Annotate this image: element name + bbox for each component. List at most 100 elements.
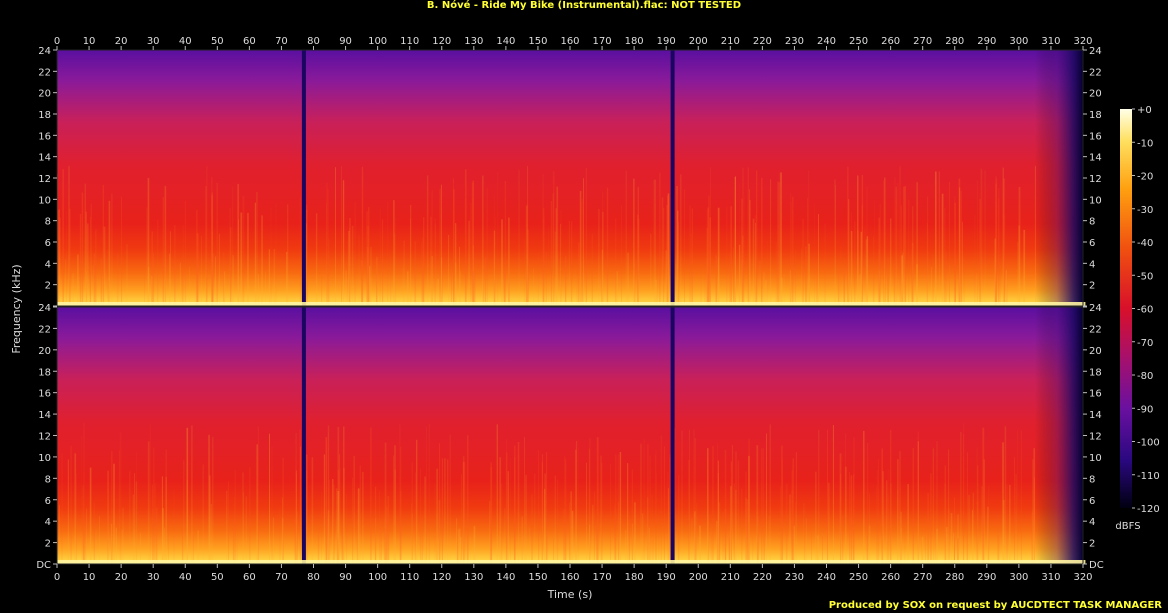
x-tick-label: 320	[1073, 572, 1092, 583]
x-tick-label: 170	[593, 36, 612, 47]
x-tick-label: 60	[243, 36, 256, 47]
spectrogram-channel-1	[57, 50, 1083, 306]
x-tick-label: 100	[368, 36, 387, 47]
y-tick-label: 4	[45, 517, 51, 528]
x-tick-label: 80	[307, 36, 320, 47]
dropout-mark	[301, 50, 306, 306]
x-tick-label: 70	[275, 572, 288, 583]
y-tick-label: 10	[1089, 453, 1102, 464]
y-tick-label: 6	[45, 238, 51, 249]
y-tick-label: 20	[38, 89, 51, 100]
y-tick-label: 2	[45, 281, 51, 292]
dropout-mark	[670, 50, 675, 306]
x-tick-label: 220	[753, 36, 772, 47]
x-tick-label: 140	[496, 36, 515, 47]
x-tick-label: 250	[849, 36, 868, 47]
x-tick-label: 220	[753, 572, 772, 583]
x-tick-label: 90	[339, 572, 352, 583]
x-tick-label: 200	[689, 572, 708, 583]
y-tick-label: 10	[38, 453, 51, 464]
y-tick-label: 6	[45, 496, 51, 507]
y-tick-label: 24	[38, 303, 51, 314]
colorbar	[1120, 109, 1132, 508]
colorbar-tick-label: -10	[1137, 138, 1153, 149]
x-tick-label: 240	[817, 572, 836, 583]
x-tick-label: 110	[400, 572, 419, 583]
x-tick-label: 240	[817, 36, 836, 47]
x-tick-label: 310	[1041, 572, 1060, 583]
x-tick-label: 170	[593, 572, 612, 583]
colorbar-tick-label: +0	[1137, 105, 1152, 116]
y-tick-label: 4	[1089, 259, 1095, 270]
y-tick-label: 16	[1089, 131, 1102, 142]
y-tick-label: 2	[1089, 539, 1095, 550]
y-tick-label: 18	[1089, 367, 1102, 378]
x-tick-label: 230	[785, 572, 804, 583]
dropout-mark	[670, 307, 675, 564]
colorbar-tick-label: -100	[1137, 438, 1160, 449]
x-tick-label: 150	[528, 36, 547, 47]
colorbar-label: dBFS	[1115, 521, 1140, 532]
x-tick-label: 30	[147, 36, 160, 47]
x-tick-label: 290	[977, 36, 996, 47]
x-tick-label: 300	[1009, 572, 1028, 583]
y-tick-label: 20	[1089, 89, 1102, 100]
x-tick-label: 280	[945, 572, 964, 583]
x-tick-label: 320	[1073, 36, 1092, 47]
colorbar-tick-label: -50	[1137, 271, 1153, 282]
y-tick-label: 10	[1089, 195, 1102, 206]
x-tick-label: 280	[945, 36, 964, 47]
y-tick-label: 12	[38, 174, 51, 185]
y-tick-label: 6	[1089, 238, 1095, 249]
y-tick-label: 22	[1089, 67, 1102, 78]
x-tick-label: 210	[721, 572, 740, 583]
y-tick-label: 16	[38, 389, 51, 400]
y-tick-label: 14	[1089, 410, 1102, 421]
fade-out-region	[1034, 50, 1083, 306]
y-tick-label: 8	[45, 217, 51, 228]
x-tick-label: 100	[368, 572, 387, 583]
y-tick-label: 2	[45, 539, 51, 550]
x-tick-label: 70	[275, 36, 288, 47]
y-tick-label: 18	[38, 367, 51, 378]
y-tick-label: 4	[1089, 517, 1095, 528]
y-tick-label: 4	[45, 259, 51, 270]
y-tick-label: 14	[38, 410, 51, 421]
low-frequency-band	[57, 302, 1086, 306]
x-tick-label: 310	[1041, 36, 1060, 47]
x-tick-label: 10	[83, 572, 96, 583]
y-tick-label: 8	[1089, 217, 1095, 228]
x-tick-label: 110	[400, 36, 419, 47]
x-tick-label: 180	[625, 572, 644, 583]
x-tick-label: 20	[115, 36, 128, 47]
x-tick-label: 130	[464, 36, 483, 47]
y-tick-label: 20	[38, 346, 51, 357]
x-tick-label: 190	[657, 572, 676, 583]
y-axis-label: Frequency (kHz)	[10, 264, 23, 353]
y-tick-label: 16	[1089, 389, 1102, 400]
colorbar-tick-label: -40	[1137, 238, 1153, 249]
x-tick-label: 10	[83, 36, 96, 47]
y-tick-label: 16	[38, 131, 51, 142]
x-tick-label: 30	[147, 572, 160, 583]
x-tick-label: 150	[528, 572, 547, 583]
x-tick-label: 0	[54, 36, 60, 47]
y-tick-label: DC	[1089, 560, 1104, 571]
x-tick-label: 200	[689, 36, 708, 47]
y-tick-label: 12	[38, 432, 51, 443]
y-tick-label: 2	[1089, 281, 1095, 292]
x-tick-label: 50	[211, 36, 224, 47]
x-tick-label: 230	[785, 36, 804, 47]
x-tick-label: 90	[339, 36, 352, 47]
y-tick-label: 14	[38, 153, 51, 164]
y-tick-label: 20	[1089, 346, 1102, 357]
x-tick-label: 120	[432, 36, 451, 47]
x-tick-label: 80	[307, 572, 320, 583]
colorbar-tick-label: -70	[1137, 338, 1153, 349]
x-tick-label: 250	[849, 572, 868, 583]
colorbar-tick-label: -80	[1137, 371, 1153, 382]
colorbar-tick-label: -90	[1137, 404, 1153, 415]
spectrogram-chart: 2 24 46 68 810 1012 1214 1416 1618 1820 2022 2224 24…	[10, 36, 1160, 601]
footer-credit: Produced by SOX on request by AUCDTECT T…	[828, 600, 1162, 611]
x-tick-label: 270	[913, 36, 932, 47]
